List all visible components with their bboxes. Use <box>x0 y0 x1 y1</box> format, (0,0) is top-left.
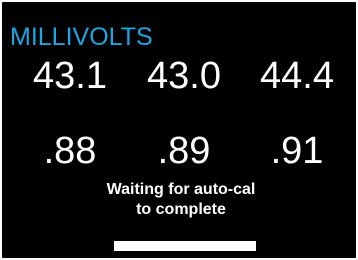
millivolt-reading-2: 43.0 <box>147 55 221 97</box>
status-message: Waiting for auto-cal to complete <box>2 180 358 220</box>
millivolt-reading-3: 44.4 <box>260 55 334 97</box>
fraction-reading-3: .91 <box>270 130 324 172</box>
status-line-2: to complete <box>136 201 226 218</box>
millivolt-reading-1: 43.1 <box>33 55 107 97</box>
status-line-1: Waiting for auto-cal <box>106 181 256 198</box>
progress-bar-fill <box>114 241 256 251</box>
fraction-reading-1: .88 <box>43 130 97 172</box>
meter-display-screen: MILLIVOLTS 43.1 43.0 44.4 .88 .89 .91 Wa… <box>0 0 358 260</box>
fraction-reading-2: .89 <box>157 130 211 172</box>
display-title: MILLIVOLTS <box>10 23 153 51</box>
progress-bar <box>114 241 256 251</box>
